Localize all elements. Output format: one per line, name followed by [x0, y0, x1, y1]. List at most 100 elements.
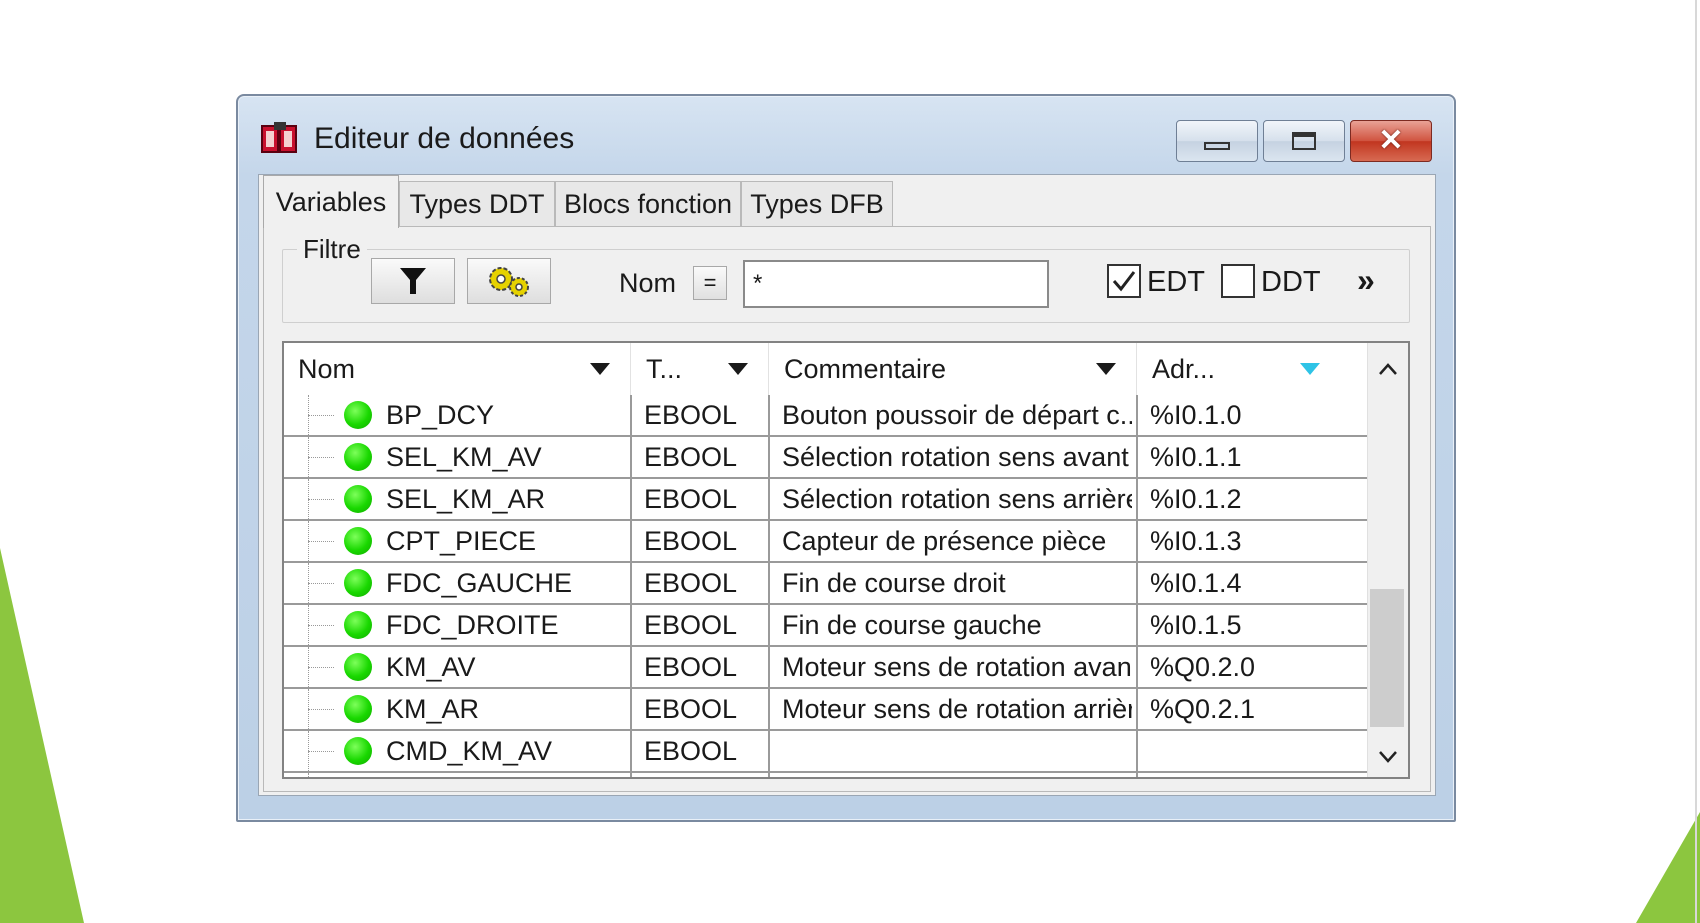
data-editor-app-icon [261, 122, 297, 153]
minimize-button[interactable] [1176, 120, 1258, 162]
column-header-nom[interactable]: Nom [284, 343, 630, 395]
cell-type[interactable]: EBOOL [644, 773, 764, 777]
column-divider[interactable] [1136, 343, 1137, 395]
close-button[interactable]: ✕ [1350, 120, 1432, 162]
cell-name[interactable]: FDC_DROITE [386, 605, 626, 645]
cell-address[interactable]: %I0.1.4 [1150, 563, 1366, 603]
cell-comment[interactable]: Moteur sens de rotation avant [782, 647, 1132, 687]
cell-name[interactable]: FDC_GAUCHE [386, 563, 626, 603]
column-header-label: Nom [298, 353, 356, 384]
cell-address[interactable]: %I0.1.5 [1150, 605, 1366, 645]
cell-comment[interactable]: Sélection rotation sens arrière [782, 479, 1132, 519]
cell-type[interactable]: EBOOL [644, 689, 764, 729]
cell-comment[interactable] [782, 731, 1132, 771]
cell-address[interactable]: %Q0.2.0 [1150, 647, 1366, 687]
table-row[interactable]: CPT_PIECE EBOOL Capteur de présence pièce%… [284, 521, 1370, 563]
cell-name[interactable]: KM_AR [386, 689, 626, 729]
cell-address[interactable] [1150, 773, 1366, 777]
table-row[interactable]: KM_AV EBOOL Moteur sens de rotation avant%… [284, 647, 1370, 689]
status-dot-icon [344, 485, 372, 513]
column-header-adresse[interactable]: Adr... [1138, 343, 1370, 395]
cell-name[interactable]: CMD_KM_AR [386, 773, 626, 777]
edt-checkbox[interactable] [1107, 264, 1141, 298]
column-header-label: Commentaire [784, 353, 947, 384]
cell-name[interactable]: SEL_KM_AR [386, 479, 626, 519]
cell-address[interactable]: %I0.1.0 [1150, 395, 1366, 435]
sort-descending-icon[interactable] [1300, 363, 1320, 375]
tab-types-dfb[interactable]: Types DFB [741, 181, 893, 227]
cell-comment[interactable]: Fin de course gauche [782, 605, 1132, 645]
column-divider [630, 647, 632, 689]
column-header-label: T... [646, 353, 683, 384]
cell-name[interactable]: KM_AV [386, 647, 626, 687]
green-triangle-right [1636, 812, 1700, 923]
operator-button[interactable]: = [693, 266, 727, 300]
cell-address[interactable]: %I0.1.1 [1150, 437, 1366, 477]
tree-connector [308, 731, 338, 771]
cell-type[interactable]: EBOOL [644, 479, 764, 519]
status-dot-icon [344, 401, 372, 429]
cell-type[interactable]: EBOOL [644, 731, 764, 771]
cell-comment[interactable]: Bouton poussoir de départ c... [782, 395, 1132, 435]
tab-blocs-fonction[interactable]: Blocs fonction [555, 181, 741, 227]
chevron-down-icon[interactable] [728, 363, 748, 375]
table-row[interactable]: CMD_KM_AR EBOOL [284, 773, 1370, 777]
cell-name[interactable]: CMD_KM_AV [386, 731, 626, 771]
table-row[interactable]: SEL_KM_AR EBOOL Sélection rotation sens ar… [284, 479, 1370, 521]
status-dot-icon [344, 611, 372, 639]
table-row[interactable]: BP_DCY EBOOL Bouton poussoir de départ c..… [284, 395, 1370, 437]
tree-connector [308, 395, 338, 435]
column-header-commentaire[interactable]: Commentaire [770, 343, 1136, 395]
table-header: Nom T... Commentaire Adr... [284, 343, 1370, 395]
tree-connector [308, 479, 338, 519]
table-row[interactable]: KM_AR EBOOL Moteur sens de rotation arrièr… [284, 689, 1370, 731]
tab-types-ddt[interactable]: Types DDT [399, 181, 555, 227]
column-divider[interactable] [630, 343, 631, 395]
vertical-scrollbar[interactable] [1367, 343, 1408, 777]
chevron-down-icon[interactable] [590, 363, 610, 375]
cell-comment[interactable]: Fin de course droit [782, 563, 1132, 603]
column-divider [768, 689, 770, 731]
table-row[interactable]: FDC_DROITE EBOOL Fin de course gauche %I0.1… [284, 605, 1370, 647]
cell-name[interactable]: CPT_PIECE [386, 521, 626, 561]
scroll-down-button[interactable] [1368, 737, 1408, 777]
cell-type[interactable]: EBOOL [644, 521, 764, 561]
table-row[interactable]: SEL_KM_AV EBOOL Sélection rotation sens av… [284, 437, 1370, 479]
cell-type[interactable]: EBOOL [644, 395, 764, 435]
cell-comment[interactable]: Sélection rotation sens avant [782, 437, 1132, 477]
cell-type[interactable]: EBOOL [644, 563, 764, 603]
apply-filter-button[interactable] [371, 258, 455, 304]
scroll-thumb[interactable] [1370, 589, 1404, 727]
cell-name[interactable]: SEL_KM_AV [386, 437, 626, 477]
ddt-checkbox[interactable] [1221, 264, 1255, 298]
cell-address[interactable]: %I0.1.3 [1150, 521, 1366, 561]
gears-icon [489, 267, 529, 297]
maximize-icon [1292, 132, 1316, 150]
cell-address[interactable]: %I0.1.2 [1150, 479, 1366, 519]
column-divider[interactable] [768, 343, 769, 395]
column-divider [630, 731, 632, 773]
cell-comment[interactable] [782, 773, 1132, 777]
advanced-filter-button[interactable] [467, 258, 551, 304]
cell-type[interactable]: EBOOL [644, 647, 764, 687]
cell-name[interactable]: BP_DCY [386, 395, 626, 435]
chevron-down-icon[interactable] [1096, 363, 1116, 375]
column-header-type[interactable]: T... [632, 343, 768, 395]
table-row[interactable]: CMD_KM_AV EBOOL [284, 731, 1370, 773]
column-divider [768, 563, 770, 605]
table-row[interactable]: FDC_GAUCHE EBOOL Fin de course droit %I0.1.… [284, 563, 1370, 605]
more-options-button[interactable]: » [1357, 262, 1375, 299]
maximize-button[interactable] [1263, 120, 1345, 162]
tab-variables[interactable]: Variables [263, 175, 399, 228]
cell-comment[interactable]: Moteur sens de rotation arrière [782, 689, 1132, 729]
cell-type[interactable]: EBOOL [644, 605, 764, 645]
cell-address[interactable] [1150, 731, 1366, 771]
cell-comment[interactable]: Capteur de présence pièce [782, 521, 1132, 561]
green-triangle-left [0, 548, 84, 923]
scroll-up-button[interactable] [1368, 349, 1408, 389]
name-filter-input[interactable] [743, 260, 1049, 308]
title-bar[interactable]: Editeur de données ✕ [238, 96, 1454, 174]
cell-address[interactable]: %Q0.2.1 [1150, 689, 1366, 729]
cell-type[interactable]: EBOOL [644, 437, 764, 477]
tree-connector [308, 521, 338, 561]
